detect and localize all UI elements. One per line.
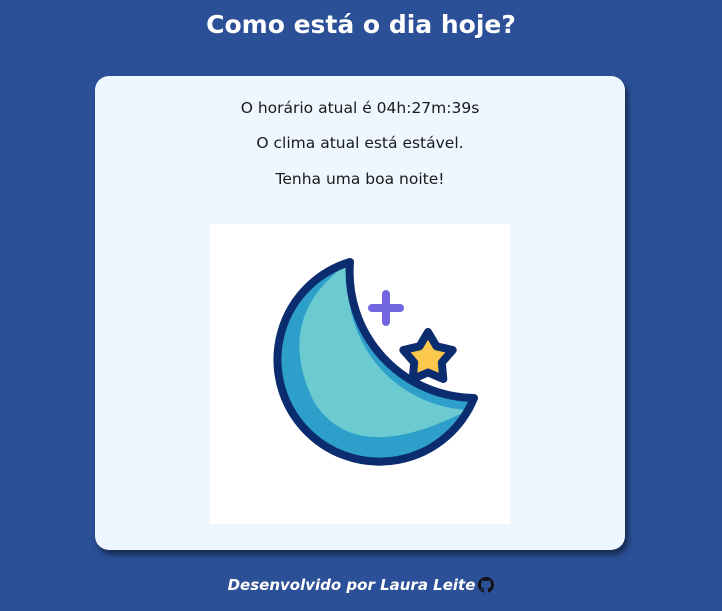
sparkle-plus-icon — [368, 290, 404, 326]
greeting-text: Tenha uma boa noite! — [275, 170, 445, 188]
github-icon[interactable] — [478, 577, 495, 593]
page-title: Como está o dia hoje? — [206, 10, 516, 39]
star-icon — [399, 328, 457, 383]
current-time-text: O horário atual é 04h:27m:39s — [240, 99, 480, 117]
moon-star-illustration — [210, 224, 510, 524]
weather-card: O horário atual é 04h:27m:39s O clima at… — [95, 76, 625, 550]
moon-star-icon — [273, 258, 478, 466]
weather-status-text: O clima atual está estável. — [256, 134, 464, 152]
footer: Desenvolvido por Laura Leite — [0, 575, 722, 595]
footer-credit: Desenvolvido por Laura Leite — [227, 576, 476, 594]
